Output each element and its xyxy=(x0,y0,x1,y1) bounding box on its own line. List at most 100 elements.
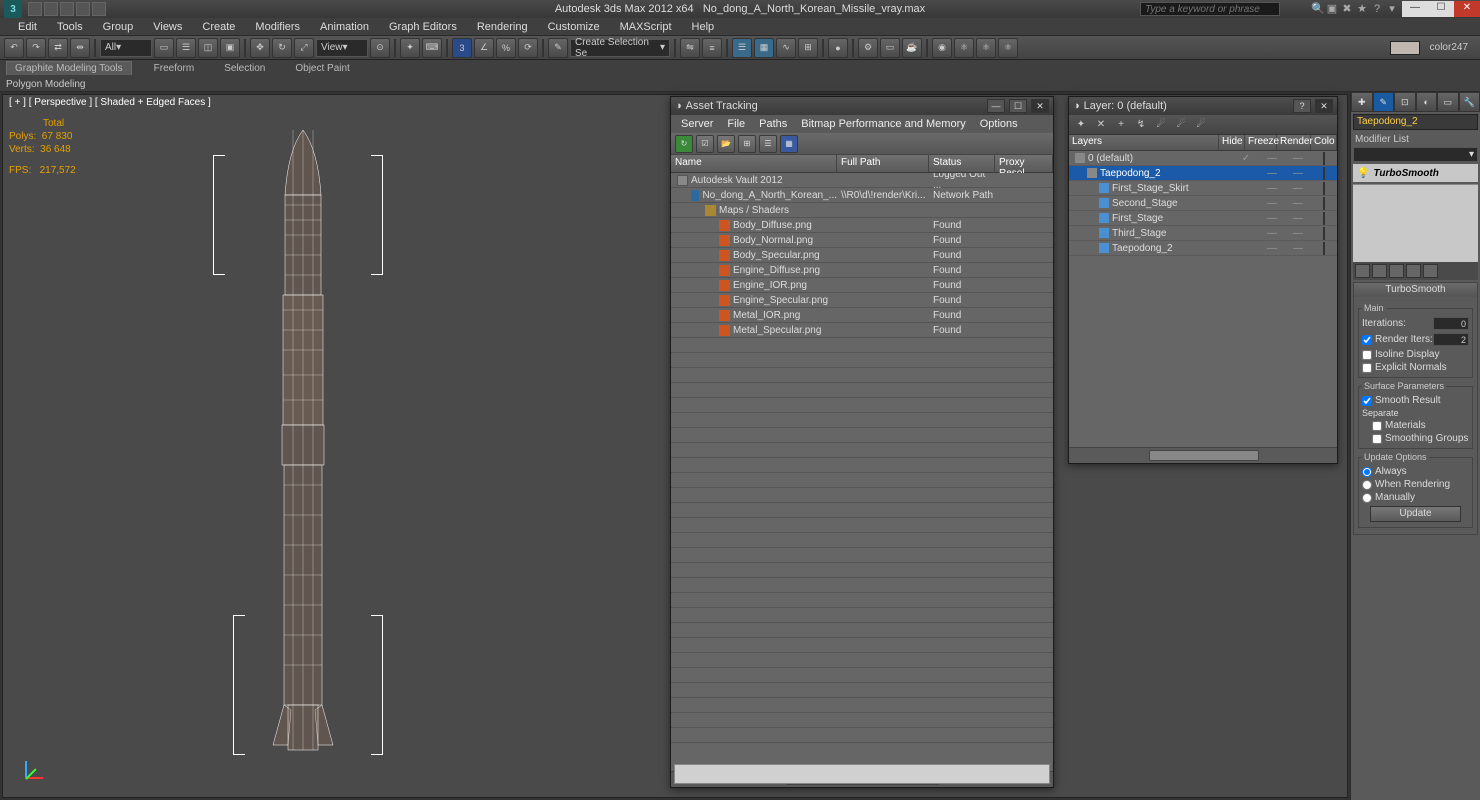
menu-edit[interactable]: Edit xyxy=(10,19,45,35)
color-swatch[interactable] xyxy=(1390,41,1420,55)
menu-help[interactable]: Help xyxy=(684,19,723,35)
create-tab-icon[interactable]: ✚ xyxy=(1351,92,1373,112)
layer-render-cell[interactable]: — xyxy=(1285,153,1311,164)
layer-freeze-cell[interactable]: — xyxy=(1259,198,1285,209)
select-by-name-icon[interactable]: ☰ xyxy=(176,38,196,58)
select-region-icon[interactable]: ◫ xyxy=(198,38,218,58)
layer-hide-cell[interactable]: ✓ xyxy=(1233,153,1259,164)
utilities-tab-icon[interactable]: 🔧 xyxy=(1459,92,1480,112)
reactor3-icon[interactable]: ⚛ xyxy=(998,38,1018,58)
col-freeze[interactable]: Freeze xyxy=(1245,135,1277,150)
layer-render-cell[interactable]: — xyxy=(1285,213,1311,224)
col-path[interactable]: Full Path xyxy=(837,155,929,172)
pivot-center-icon[interactable]: ⊙ xyxy=(370,38,390,58)
horizontal-scrollbar[interactable] xyxy=(1069,447,1337,463)
explicit-normals-checkbox[interactable] xyxy=(1362,363,1372,373)
layer-color-cell[interactable] xyxy=(1311,198,1337,209)
rendered-frame-icon[interactable]: ▭ xyxy=(880,38,900,58)
asset-menu-paths[interactable]: Paths xyxy=(753,117,793,131)
layer-color-cell[interactable] xyxy=(1311,168,1337,179)
update-rendering-radio[interactable] xyxy=(1362,480,1372,490)
rotate-icon[interactable]: ↻ xyxy=(272,38,292,58)
named-selection-combo[interactable]: Create Selection Se ▾ xyxy=(570,39,670,57)
asset-menu-bitmap-performance-and-memory[interactable]: Bitmap Performance and Memory xyxy=(795,117,971,131)
pf-source-icon[interactable]: ◉ xyxy=(932,38,952,58)
editnamed-sel-icon[interactable]: ✎ xyxy=(548,38,568,58)
app-menu-button[interactable]: 3 xyxy=(4,0,22,18)
freeze-icon[interactable]: ☄ xyxy=(1193,117,1209,133)
asset-row[interactable]: Body_Specular.pngFound xyxy=(671,248,1053,263)
iterations-spinner[interactable] xyxy=(1433,317,1469,330)
panel-minimize-button[interactable]: — xyxy=(987,99,1005,113)
layer-row[interactable]: Taepodong_2—— xyxy=(1069,166,1337,181)
reactor-icon[interactable]: ⚛ xyxy=(954,38,974,58)
render-prod-icon[interactable]: ☕ xyxy=(902,38,922,58)
update-button[interactable]: Update xyxy=(1370,506,1461,522)
tree-icon[interactable]: ⊞ xyxy=(738,135,756,153)
curve-editor-icon[interactable]: ∿ xyxy=(776,38,796,58)
ribbon-tab-selection[interactable]: Selection xyxy=(216,62,273,75)
object-name-field[interactable]: Taepodong_2 xyxy=(1353,114,1478,130)
layer-render-cell[interactable]: — xyxy=(1285,183,1311,194)
close-button[interactable]: ✕ xyxy=(1454,1,1480,17)
layer-row[interactable]: First_Stage—— xyxy=(1069,211,1337,226)
asset-row[interactable]: Body_Normal.pngFound xyxy=(671,233,1053,248)
layer-render-cell[interactable]: — xyxy=(1285,168,1311,179)
align-icon[interactable]: ≡ xyxy=(702,38,722,58)
ribbon-panel-label[interactable]: Polygon Modeling xyxy=(6,79,86,90)
menu-graph-editors[interactable]: Graph Editors xyxy=(381,19,465,35)
menu-group[interactable]: Group xyxy=(95,19,142,35)
qat-new-icon[interactable] xyxy=(28,2,42,16)
table-icon[interactable]: ▦ xyxy=(780,135,798,153)
modifier-list-combo[interactable]: ▾ xyxy=(1353,147,1478,162)
ribbon-tab-object-paint[interactable]: Object Paint xyxy=(287,62,357,75)
dropdown-icon[interactable]: ▾ xyxy=(1386,3,1398,15)
asset-grid-body[interactable]: Autodesk Vault 2012Logged Out ...No_dong… xyxy=(671,173,1053,771)
move-icon[interactable]: ✥ xyxy=(250,38,270,58)
asset-row[interactable]: Engine_IOR.pngFound xyxy=(671,278,1053,293)
infocenter-search-input[interactable] xyxy=(1140,2,1280,16)
graphite-icon[interactable]: ▦ xyxy=(754,38,774,58)
menu-customize[interactable]: Customize xyxy=(540,19,608,35)
panel-close-button[interactable]: ✕ xyxy=(1315,99,1333,113)
layer-freeze-cell[interactable]: — xyxy=(1259,213,1285,224)
ribbon-tab-graphite-modeling-tools[interactable]: Graphite Modeling Tools xyxy=(6,61,132,75)
modifier-item[interactable]: TurboSmooth xyxy=(1373,168,1438,179)
layer-render-cell[interactable]: — xyxy=(1285,228,1311,239)
asset-row[interactable]: Metal_IOR.pngFound xyxy=(671,308,1053,323)
new-layer-icon[interactable]: ✦ xyxy=(1073,117,1089,133)
asset-row[interactable]: No_dong_A_North_Korean_...\\R0\d\!render… xyxy=(671,188,1053,203)
percent-snap-icon[interactable]: % xyxy=(496,38,516,58)
menu-modifiers[interactable]: Modifiers xyxy=(247,19,308,35)
layer-freeze-cell[interactable]: — xyxy=(1259,228,1285,239)
select-layer-icon[interactable]: ↯ xyxy=(1133,117,1149,133)
layer-row[interactable]: 0 (default)✓—— xyxy=(1069,151,1337,166)
materials-checkbox[interactable] xyxy=(1372,421,1382,431)
layers-icon[interactable]: ☰ xyxy=(732,38,752,58)
list-icon[interactable]: ☰ xyxy=(759,135,777,153)
col-proxy[interactable]: Proxy Resol xyxy=(995,155,1053,172)
mirror-icon[interactable]: ⇋ xyxy=(680,38,700,58)
delete-layer-icon[interactable]: ✕ xyxy=(1093,117,1109,133)
panel-close-button[interactable]: ✕ xyxy=(1031,99,1049,113)
render-setup-icon[interactable]: ⚙ xyxy=(858,38,878,58)
qat-undo-icon[interactable] xyxy=(76,2,90,16)
make-unique-icon[interactable] xyxy=(1389,264,1404,278)
layer-render-cell[interactable]: — xyxy=(1285,198,1311,209)
remove-mod-icon[interactable] xyxy=(1406,264,1421,278)
favorite-icon[interactable]: ★ xyxy=(1356,3,1368,15)
display-tab-icon[interactable]: ▭ xyxy=(1437,92,1459,112)
asset-row[interactable]: Engine_Diffuse.pngFound xyxy=(671,263,1053,278)
col-color[interactable]: Colo xyxy=(1311,135,1337,150)
smooth-result-checkbox[interactable] xyxy=(1362,396,1372,406)
qat-redo-icon[interactable] xyxy=(92,2,106,16)
col-name[interactable]: Name xyxy=(671,155,837,172)
configure-icon[interactable] xyxy=(1423,264,1438,278)
layer-freeze-cell[interactable]: — xyxy=(1259,183,1285,194)
layer-freeze-cell[interactable]: — xyxy=(1259,153,1285,164)
schematic-icon[interactable]: ⊞ xyxy=(798,38,818,58)
asset-menu-server[interactable]: Server xyxy=(675,117,719,131)
select-object-icon[interactable]: ▭ xyxy=(154,38,174,58)
modify-tab-icon[interactable]: ✎ xyxy=(1373,92,1395,112)
asset-row[interactable]: Engine_Specular.pngFound xyxy=(671,293,1053,308)
